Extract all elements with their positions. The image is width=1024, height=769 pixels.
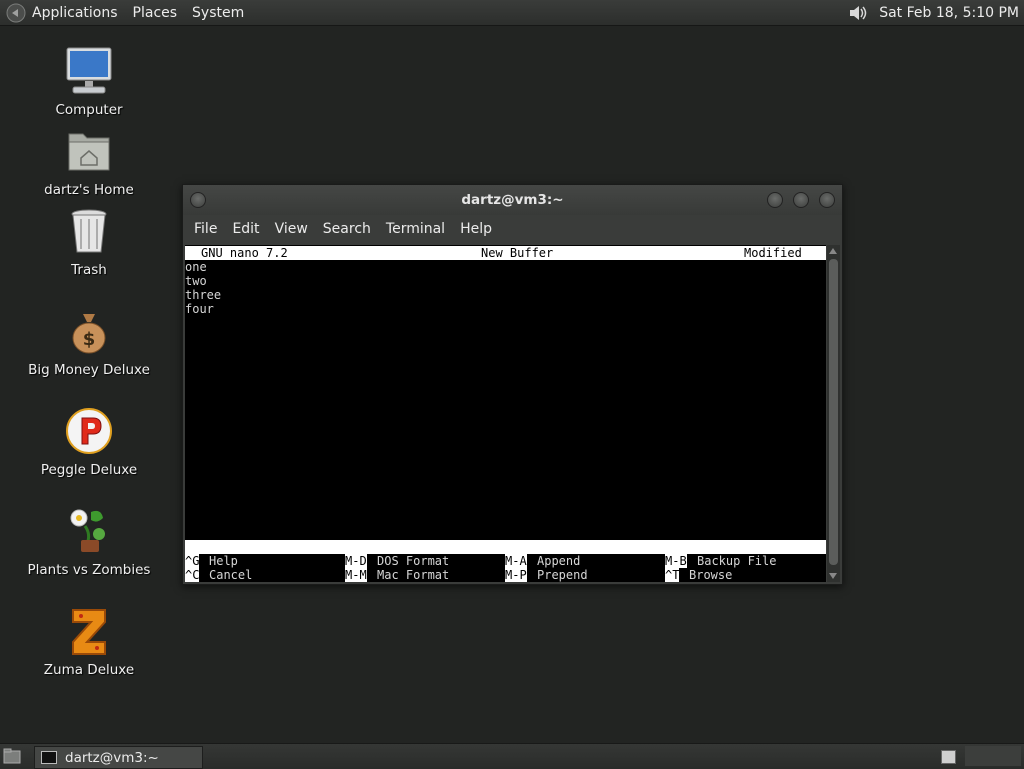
window-title: dartz@vm3:~	[461, 192, 564, 208]
shortcut-row-2: ^C Cancel M-M Mac Format M-P Prepend ^T …	[185, 568, 826, 582]
desktop-icon-label: Big Money Deluxe	[28, 362, 150, 378]
shortcut-key: M-M	[345, 568, 367, 582]
desktop-icon-peggle[interactable]: Peggle Deluxe	[14, 404, 164, 478]
shortcut-prepend[interactable]: Prepend	[537, 568, 588, 582]
scrollbar-thumb[interactable]	[829, 259, 838, 565]
minimize-button[interactable]	[767, 192, 783, 208]
places-menu[interactable]: Places	[133, 5, 178, 21]
close-button[interactable]	[819, 192, 835, 208]
shortcut-key: M-D	[345, 554, 367, 568]
menu-file[interactable]: File	[194, 221, 217, 237]
maximize-button[interactable]	[793, 192, 809, 208]
menu-help[interactable]: Help	[460, 221, 492, 237]
shortcut-row-1: ^G Help M-D DOS Format M-A Append M-B Ba…	[185, 554, 826, 568]
desktop-icon-label: dartz's Home	[44, 182, 134, 198]
task-label: dartz@vm3:~	[65, 749, 159, 766]
window-menubar: File Edit View Search Terminal Help	[183, 215, 842, 243]
shortcut-mac-format[interactable]: Mac Format	[377, 568, 449, 582]
buffer-line[interactable]: three	[185, 288, 221, 302]
shortcut-help[interactable]: Help	[209, 554, 238, 568]
scroll-up-icon[interactable]	[829, 248, 837, 254]
buffer-line[interactable]: two	[185, 274, 207, 288]
money-bag-icon: $	[72, 314, 106, 354]
taskbar-terminal-button[interactable]: dartz@vm3:~	[34, 746, 203, 769]
shortcut-key: ^T	[665, 568, 680, 582]
shortcut-key: ^G	[185, 554, 200, 568]
desktop-icon-plants-vs-zombies[interactable]: Plants vs Zombies	[14, 504, 164, 578]
desktop-icon-label: Zuma Deluxe	[43, 662, 135, 678]
trash-icon	[71, 209, 107, 253]
show-desktop-icon[interactable]	[3, 748, 21, 764]
nano-buffer-name: New Buffer	[481, 246, 554, 260]
plants-icon	[70, 509, 105, 552]
nano-version: GNU nano 7.2	[201, 246, 288, 260]
menu-edit[interactable]: Edit	[232, 221, 259, 237]
zuma-icon	[72, 609, 106, 655]
top-panel: Applications Places System Sat Feb 18, 5…	[0, 0, 1024, 26]
terminal-screen[interactable]: GNU nano 7.2 New Buffer Modified one two…	[185, 245, 826, 582]
scroll-down-icon[interactable]	[829, 573, 837, 579]
filename-prompt[interactable]: File Name to Write:	[185, 540, 826, 568]
speaker-icon[interactable]	[847, 3, 869, 23]
svg-text:$: $	[83, 329, 96, 350]
terminal-icon	[41, 751, 57, 764]
buffer-line[interactable]: one	[185, 260, 207, 274]
shortcut-key: ^C	[185, 568, 200, 582]
window-titlebar[interactable]: dartz@vm3:~	[183, 185, 842, 215]
shortcut-append[interactable]: Append	[537, 554, 580, 568]
workspace-switcher-1[interactable]	[941, 750, 956, 764]
menu-search[interactable]: Search	[323, 221, 371, 237]
peggle-icon	[66, 408, 112, 454]
desktop-icon-label: Trash	[71, 262, 107, 278]
desktop-icon-label: Peggle Deluxe	[40, 462, 138, 478]
workspace-switcher-2[interactable]	[965, 746, 1021, 766]
computer-icon	[66, 47, 112, 94]
shortcut-browse[interactable]: Browse	[689, 568, 732, 582]
applications-menu[interactable]: Applications	[32, 5, 118, 21]
shortcut-key: M-A	[505, 554, 527, 568]
shortcut-cancel[interactable]: Cancel	[209, 568, 252, 582]
desktop-icon-label: Plants vs Zombies	[27, 562, 151, 578]
clock[interactable]: Sat Feb 18, 5:10 PM	[879, 5, 1019, 21]
menu-terminal[interactable]: Terminal	[386, 221, 445, 237]
desktop-icon-computer[interactable]: Computer	[14, 44, 164, 118]
desktop-icon-zuma[interactable]: Zuma Deluxe	[14, 604, 164, 678]
nano-modified-status: Modified	[744, 246, 802, 260]
distro-logo-icon[interactable]	[6, 3, 26, 23]
shortcut-backup-file[interactable]: Backup File	[697, 554, 776, 568]
terminal-window[interactable]: dartz@vm3:~ File Edit View Search Termin…	[182, 184, 843, 585]
home-folder-icon	[68, 133, 110, 171]
shortcut-dos-format[interactable]: DOS Format	[377, 554, 449, 568]
bottom-panel: dartz@vm3:~	[0, 743, 1024, 769]
terminal-scrollbar[interactable]	[827, 245, 840, 582]
buffer-line[interactable]: four	[185, 302, 214, 316]
shortcut-key: M-B	[665, 554, 687, 568]
system-menu[interactable]: System	[192, 5, 244, 21]
desktop-icon-home[interactable]: dartz's Home	[14, 124, 164, 198]
shortcut-key: M-P	[505, 568, 527, 582]
desktop-icon-trash[interactable]: Trash	[14, 204, 164, 278]
desktop-icon-label: Computer	[55, 102, 123, 118]
desktop-icon-big-money[interactable]: $ Big Money Deluxe	[14, 304, 164, 378]
menu-view[interactable]: View	[275, 221, 308, 237]
nano-header: GNU nano 7.2 New Buffer Modified	[185, 246, 826, 260]
